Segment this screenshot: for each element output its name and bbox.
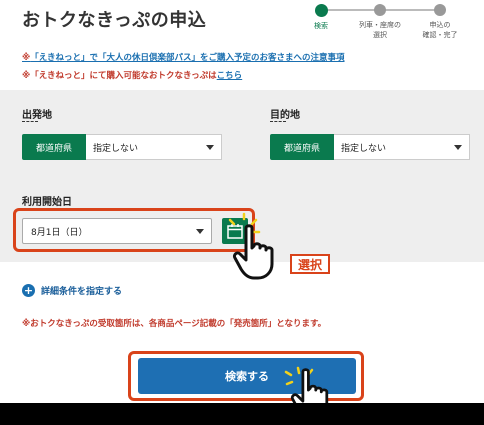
step-dot bbox=[434, 4, 446, 16]
detail-conditions-label: 詳細条件を指定する bbox=[41, 287, 123, 297]
start-date-value: 8月1日（日） bbox=[31, 227, 88, 238]
note-text: ※「えきねっと」にて購入可能なおトクなきっぷは bbox=[22, 71, 217, 81]
departure-select-group[interactable]: 都道府県 指定しない bbox=[22, 134, 222, 160]
plus-icon: + bbox=[22, 284, 35, 297]
step-dot bbox=[314, 4, 328, 17]
step-dot bbox=[374, 4, 386, 16]
otona-pass-notice-link[interactable]: ※「えきねっと」で「大人の休日倶楽部パス」をご購入予定のお客さまへの注意事項 bbox=[22, 51, 345, 63]
here-link[interactable]: こちら bbox=[217, 71, 243, 81]
destination-value: 指定しない bbox=[341, 143, 387, 154]
pickup-location-warning: ※おトクなきっぷの受取箇所は、各商品ページ記載の「発売箇所」となります。 bbox=[22, 319, 327, 329]
select-annotation-badge: 選択 bbox=[290, 254, 330, 274]
step-label: 列車・座席の 選択 bbox=[359, 21, 401, 39]
progress-steps: 検索 列車・座席の 選択 申込の 確認・完了 bbox=[296, 2, 480, 42]
search-button-label: 検索する bbox=[225, 370, 269, 383]
chevron-down-icon bbox=[206, 145, 214, 150]
step-search: 検索 bbox=[291, 4, 351, 31]
destination-select-group[interactable]: 都道府県 指定しない bbox=[270, 134, 470, 160]
page: おトクなきっぷの申込 検索 列車・座席の 選択 申込の 確認・完了 ※「えきねっ… bbox=[0, 0, 484, 403]
pointing-hand-icon bbox=[290, 368, 329, 403]
step-label: 検索 bbox=[314, 22, 328, 30]
notice-link-text: 「えきねっと」で「大人の休日倶楽部パス」をご購入予定のお客さまへの注意事項 bbox=[30, 53, 345, 63]
departure-value: 指定しない bbox=[93, 143, 139, 154]
departure-label: 出発地 bbox=[22, 106, 52, 122]
step-train-select: 列車・座席の 選択 bbox=[350, 4, 410, 40]
detail-conditions-link[interactable]: + 詳細条件を指定する bbox=[22, 284, 122, 297]
destination-label: 目的地 bbox=[270, 106, 300, 122]
discount-ticket-note: ※「えきねっと」にて購入可能なおトクなきっぷはこちら bbox=[22, 69, 242, 81]
chevron-down-icon bbox=[454, 145, 462, 150]
bottom-bar bbox=[0, 403, 484, 425]
departure-prefecture-tag: 都道府県 bbox=[22, 134, 86, 160]
start-date-label: 利用開始日 bbox=[22, 193, 72, 209]
page-title: おトクなきっぷの申込 bbox=[22, 10, 207, 31]
start-date-select[interactable]: 8月1日（日） bbox=[22, 218, 212, 244]
step-label: 申込の 確認・完了 bbox=[422, 21, 458, 39]
pointing-hand-icon bbox=[233, 224, 274, 280]
destination-select[interactable]: 指定しない bbox=[334, 134, 470, 160]
departure-select[interactable]: 指定しない bbox=[86, 134, 222, 160]
chevron-down-icon bbox=[196, 229, 204, 234]
step-confirm: 申込の 確認・完了 bbox=[410, 4, 470, 40]
destination-prefecture-tag: 都道府県 bbox=[270, 134, 334, 160]
